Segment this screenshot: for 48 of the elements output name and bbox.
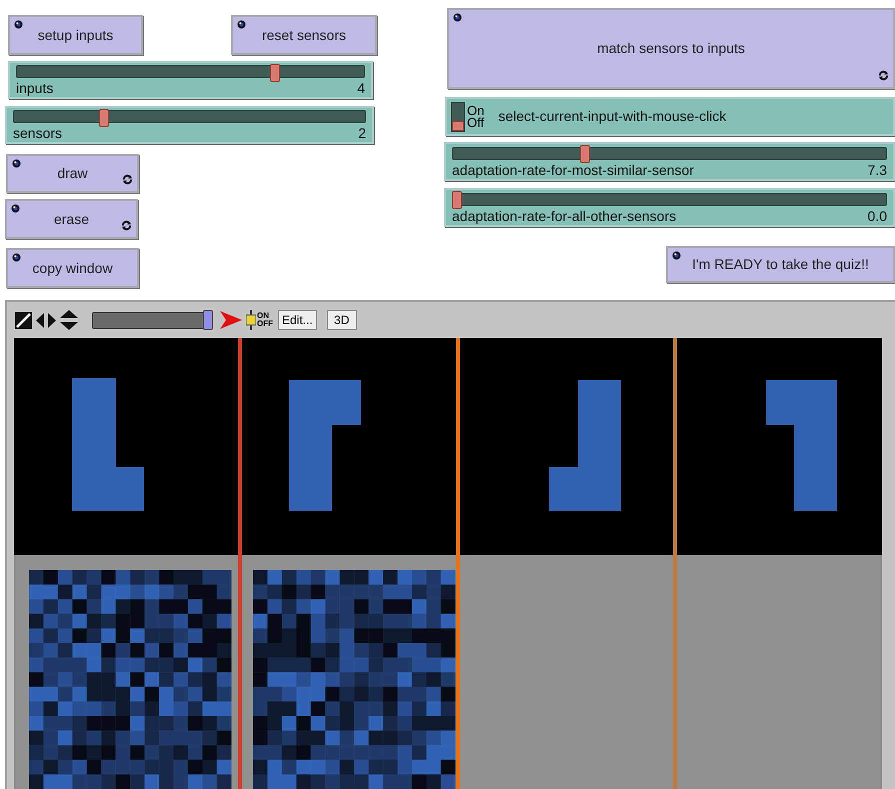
3d-button[interactable]: 3D <box>326 310 357 330</box>
slider-label: adaptation-rate-for-most-similar-sensor <box>452 161 694 179</box>
toggle-icon[interactable] <box>246 310 256 330</box>
slider-thumb[interactable] <box>580 145 590 163</box>
speed-thumb[interactable] <box>203 310 213 330</box>
command-button[interactable]: setup inputs <box>8 15 143 55</box>
slider-value: 2 <box>358 124 366 142</box>
toggle-switch[interactable] <box>451 102 465 132</box>
dot-icon <box>237 20 246 29</box>
up-down-arrows-icon[interactable] <box>60 310 78 330</box>
repeat-icon <box>878 70 889 81</box>
repeat-icon <box>122 174 133 185</box>
slider-label: adaptation-rate-for-all-other-sensors <box>452 207 676 225</box>
slider-label: sensors <box>13 124 62 142</box>
slider-thumb[interactable] <box>452 191 462 209</box>
dot-icon <box>12 159 21 168</box>
slider-track[interactable] <box>452 145 887 161</box>
dot-icon <box>11 204 20 213</box>
dot-icon <box>14 20 23 29</box>
command-button[interactable]: copy window <box>6 248 139 288</box>
resize-icon[interactable] <box>15 312 32 328</box>
dot-icon <box>672 251 681 260</box>
speed-slider[interactable] <box>92 310 213 330</box>
on-label: ON <box>257 312 270 320</box>
slider-thumb[interactable] <box>270 64 280 82</box>
command-button[interactable]: draw <box>6 154 139 193</box>
slider-value: 0.0 <box>868 207 887 225</box>
slider-value: 4 <box>357 79 365 97</box>
dot-icon <box>12 253 21 262</box>
slider-thumb[interactable] <box>98 109 109 127</box>
slider-label: inputs <box>16 79 54 97</box>
repeat-icon <box>121 220 132 231</box>
switch-label: select-current-input-with-mouse-click <box>498 107 726 126</box>
slider-track[interactable] <box>13 109 366 124</box>
play-arrow-icon <box>220 311 242 329</box>
slider-track[interactable] <box>16 64 365 79</box>
off-label: Off <box>467 116 484 128</box>
slider-value: 7.3 <box>868 161 887 179</box>
on-label: On <box>467 104 484 116</box>
command-button[interactable]: I'm READY to take the quiz!! <box>666 246 895 283</box>
slider-track[interactable] <box>452 191 887 207</box>
edit-button[interactable]: Edit... <box>278 310 317 330</box>
off-label: OFF <box>257 320 273 328</box>
command-button[interactable]: match sensors to inputs <box>447 8 895 89</box>
command-button[interactable]: reset sensors <box>231 15 377 55</box>
command-button[interactable]: erase <box>5 199 138 239</box>
dot-icon <box>453 13 462 22</box>
left-right-arrows-icon[interactable] <box>36 312 56 328</box>
